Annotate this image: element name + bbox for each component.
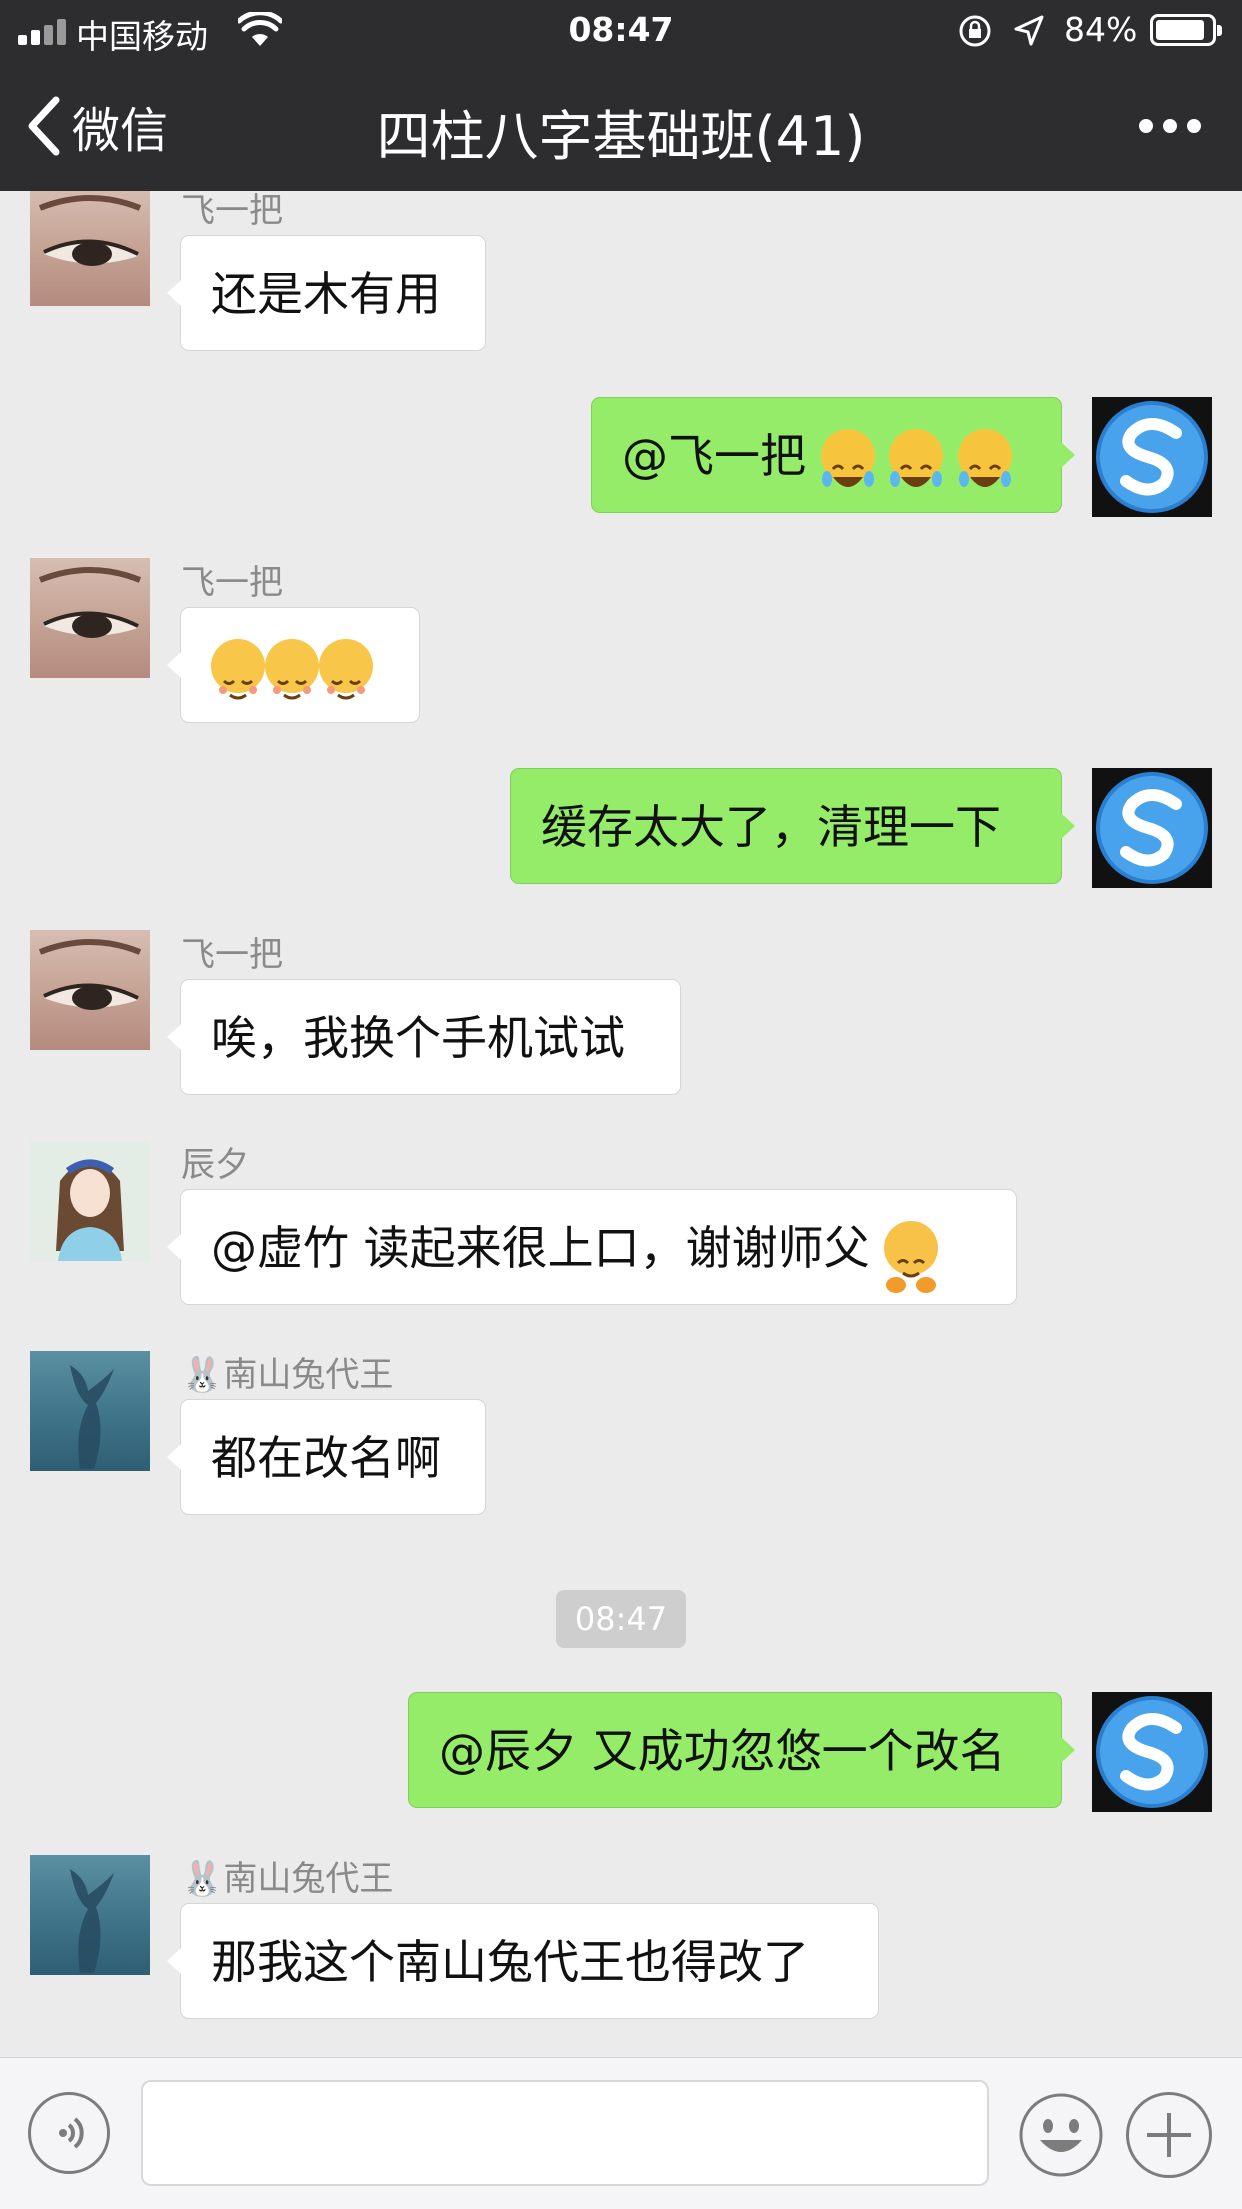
message-bubble[interactable]: 都在改名啊 [167,1399,486,1515]
sender-name: 飞一把 [181,563,283,603]
top-bar: 中国移动 08:47 84% 微信 四柱八字基础班(41) [0,0,1242,191]
input-bar [0,2057,1242,2209]
avatar[interactable] [30,930,150,1050]
sender-name: 飞一把 [181,935,283,975]
message-bubble[interactable]: 那我这个南山兔代王也得改了 [167,1903,879,2019]
avatar[interactable] [30,558,150,678]
chat-messages[interactable]: 飞一把 还是木有用 @飞一把 飞一把 缓存太大了，清理一下 飞一把 唉，我换个手… [0,191,1242,2057]
message-text: 还是木有用 [211,267,441,321]
message-text: 那我这个南山兔代王也得改了 [211,1935,809,1989]
battery-icon [1150,14,1222,46]
avatar[interactable] [30,1855,150,1975]
message-text: 都在改名啊 [211,1431,441,1485]
laughing-crying-emoji-icon [820,428,1012,487]
message-bubble[interactable]: 缓存太大了，清理一下 [510,768,1075,884]
status-bar: 中国移动 08:47 84% [0,0,1242,62]
status-time: 08:47 [568,10,674,49]
voice-input-button[interactable] [28,2092,110,2174]
timestamp-divider: 08:47 [556,1590,686,1648]
message-bubble[interactable]: 唉，我换个手机试试 [167,979,681,1095]
location-icon [1014,15,1044,46]
avatar[interactable] [30,1351,150,1471]
message-text: @辰夕 又成功忽悠一个改名 [439,1724,1006,1778]
avatar[interactable] [1092,768,1212,888]
message-text: @虚竹 读起来很上口，谢谢师父 [211,1221,870,1275]
sender-name: 辰夕 [181,1145,249,1185]
avatar[interactable] [1092,397,1212,517]
message-bubble[interactable]: @飞一把 [591,397,1075,513]
message-input[interactable] [141,2080,989,2186]
avatar[interactable] [30,191,150,306]
message-bubble[interactable]: @虚竹 读起来很上口，谢谢师父 [167,1189,1017,1305]
sender-name: 🐰南山兔代王 [181,1859,394,1899]
sender-name: 飞一把 [181,191,283,231]
message-text: 唉，我换个手机试试 [211,1011,625,1065]
smiley-icon [1019,2093,1103,2177]
rotation-lock-icon [959,15,991,47]
sender-name: 🐰南山兔代王 [181,1355,394,1395]
more-options-icon[interactable] [1138,116,1202,136]
message-text: 缓存太大了，清理一下 [541,800,1001,854]
emoji-button[interactable] [1018,2092,1104,2178]
relieved-face-emoji-icon [211,638,373,699]
hugging-face-emoji-icon [884,1220,939,1293]
avatar[interactable] [30,1141,150,1261]
message-bubble[interactable]: @辰夕 又成功忽悠一个改名 [408,1692,1075,1808]
battery-percent: 84% [1064,10,1138,49]
chat-title: 四柱八字基础班(41) [376,105,866,168]
plus-icon [1147,2113,1191,2157]
nav-bar: 微信 四柱八字基础班(41) [0,62,1242,191]
message-text: @飞一把 [622,429,821,483]
voice-icon [59,2117,84,2149]
avatar[interactable] [1092,1692,1212,1812]
more-functions-button[interactable] [1126,2092,1212,2178]
message-bubble[interactable] [167,607,420,723]
message-bubble[interactable]: 还是木有用 [167,235,486,351]
